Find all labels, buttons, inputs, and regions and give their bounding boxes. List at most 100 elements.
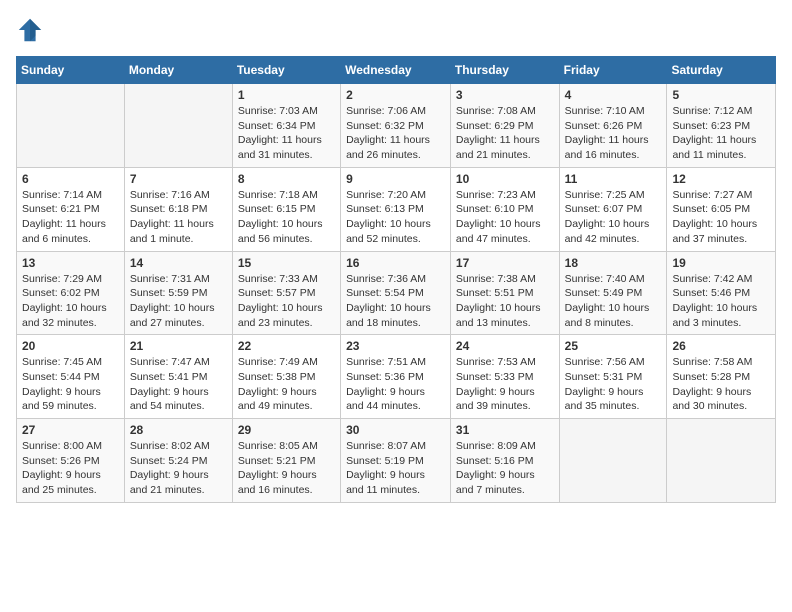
day-number: 4 (565, 88, 662, 102)
calendar-cell: 25Sunrise: 7:56 AMSunset: 5:31 PMDayligh… (559, 335, 667, 419)
day-number: 11 (565, 172, 662, 186)
day-number: 21 (130, 339, 227, 353)
calendar-cell: 4 Sunrise: 7:10 AMSunset: 6:26 PMDaylight… (559, 84, 667, 168)
calendar-cell: 28 Sunrise: 8:02 AMSunset: 5:24 PMDayligh… (124, 419, 232, 503)
day-detail: Sunrise: 7:51 AMSunset: 5:36 PMDaylight:… (346, 355, 445, 414)
day-number: 5 (672, 88, 770, 102)
day-of-week-row: SundayMondayTuesdayWednesdayThursdayFrid… (17, 57, 776, 84)
day-number: 20 (22, 339, 119, 353)
dow-header: Monday (124, 57, 232, 84)
day-detail: Sunrise: 7:45 AMSunset: 5:44 PMDaylight:… (22, 355, 119, 414)
day-detail: Sunrise: 7:08 AMSunset: 6:29 PMDaylight:… (456, 104, 554, 163)
day-detail: Sunrise: 7:58 AMSunset: 5:28 PMDaylight:… (672, 355, 770, 414)
calendar-cell: 2 Sunrise: 7:06 AMSunset: 6:32 PMDaylight… (341, 84, 451, 168)
day-number: 13 (22, 256, 119, 270)
day-number: 10 (456, 172, 554, 186)
day-detail: Sunrise: 8:02 AMSunset: 5:24 PMDaylight:… (130, 439, 227, 498)
calendar-cell: 26 Sunrise: 7:58 AMSunset: 5:28 PMDayligh… (667, 335, 776, 419)
calendar-cell: 29 Sunrise: 8:05 AMSunset: 5:21 PMDayligh… (232, 419, 340, 503)
day-detail: Sunrise: 7:36 AMSunset: 5:54 PMDaylight:… (346, 272, 445, 331)
calendar-cell: 19 Sunrise: 7:42 AMSunset: 5:46 PMDayligh… (667, 251, 776, 335)
day-detail: Sunrise: 7:31 AMSunset: 5:59 PMDaylight:… (130, 272, 227, 331)
day-number: 12 (672, 172, 770, 186)
calendar-cell: 23 Sunrise: 7:51 AMSunset: 5:36 PMDayligh… (341, 335, 451, 419)
calendar-cell: 31 Sunrise: 8:09 AMSunset: 5:16 PMDayligh… (450, 419, 559, 503)
dow-header: Saturday (667, 57, 776, 84)
calendar-cell: 15 Sunrise: 7:33 AMSunset: 5:57 PMDayligh… (232, 251, 340, 335)
day-detail: Sunrise: 7:47 AMSunset: 5:41 PMDaylight:… (130, 355, 227, 414)
day-detail: Sunrise: 7:20 AMSunset: 6:13 PMDaylight:… (346, 188, 445, 247)
day-number: 7 (130, 172, 227, 186)
logo (16, 16, 48, 44)
calendar-cell: 30 Sunrise: 8:07 AMSunset: 5:19 PMDayligh… (341, 419, 451, 503)
dow-header: Tuesday (232, 57, 340, 84)
day-number: 16 (346, 256, 445, 270)
day-detail: Sunrise: 7:14 AMSunset: 6:21 PMDaylight:… (22, 188, 119, 247)
calendar-cell (17, 84, 125, 168)
calendar-cell: 12 Sunrise: 7:27 AMSunset: 6:05 PMDayligh… (667, 167, 776, 251)
calendar-week-row: 1Sunrise: 7:03 AMSunset: 6:34 PMDaylight… (17, 84, 776, 168)
calendar-cell (124, 84, 232, 168)
day-detail: Sunrise: 7:25 AMSunset: 6:07 PMDaylight:… (565, 188, 662, 247)
calendar-cell: 22 Sunrise: 7:49 AMSunset: 5:38 PMDayligh… (232, 335, 340, 419)
calendar-cell: 9Sunrise: 7:20 AMSunset: 6:13 PMDaylight… (341, 167, 451, 251)
calendar-cell: 16 Sunrise: 7:36 AMSunset: 5:54 PMDayligh… (341, 251, 451, 335)
calendar-table: SundayMondayTuesdayWednesdayThursdayFrid… (16, 56, 776, 503)
dow-header: Sunday (17, 57, 125, 84)
day-number: 30 (346, 423, 445, 437)
calendar-cell: 8Sunrise: 7:18 AMSunset: 6:15 PMDaylight… (232, 167, 340, 251)
day-detail: Sunrise: 7:56 AMSunset: 5:31 PMDaylight:… (565, 355, 662, 414)
day-detail: Sunrise: 7:49 AMSunset: 5:38 PMDaylight:… (238, 355, 335, 414)
day-number: 27 (22, 423, 119, 437)
day-number: 18 (565, 256, 662, 270)
day-detail: Sunrise: 7:27 AMSunset: 6:05 PMDaylight:… (672, 188, 770, 247)
day-number: 14 (130, 256, 227, 270)
dow-header: Friday (559, 57, 667, 84)
calendar-cell: 1Sunrise: 7:03 AMSunset: 6:34 PMDaylight… (232, 84, 340, 168)
day-detail: Sunrise: 8:05 AMSunset: 5:21 PMDaylight:… (238, 439, 335, 498)
calendar-week-row: 6 Sunrise: 7:14 AMSunset: 6:21 PMDaylight… (17, 167, 776, 251)
calendar-cell: 10 Sunrise: 7:23 AMSunset: 6:10 PMDayligh… (450, 167, 559, 251)
day-detail: Sunrise: 7:33 AMSunset: 5:57 PMDaylight:… (238, 272, 335, 331)
day-number: 17 (456, 256, 554, 270)
day-number: 29 (238, 423, 335, 437)
calendar-week-row: 27 Sunrise: 8:00 AMSunset: 5:26 PMDayligh… (17, 419, 776, 503)
calendar-cell: 6 Sunrise: 7:14 AMSunset: 6:21 PMDaylight… (17, 167, 125, 251)
day-number: 15 (238, 256, 335, 270)
calendar-cell: 24Sunrise: 7:53 AMSunset: 5:33 PMDayligh… (450, 335, 559, 419)
day-number: 31 (456, 423, 554, 437)
day-detail: Sunrise: 7:10 AMSunset: 6:26 PMDaylight:… (565, 104, 662, 163)
day-number: 28 (130, 423, 227, 437)
calendar-cell (559, 419, 667, 503)
calendar-week-row: 13 Sunrise: 7:29 AMSunset: 6:02 PMDayligh… (17, 251, 776, 335)
calendar-cell: 11 Sunrise: 7:25 AMSunset: 6:07 PMDayligh… (559, 167, 667, 251)
calendar-cell: 20 Sunrise: 7:45 AMSunset: 5:44 PMDayligh… (17, 335, 125, 419)
day-detail: Sunrise: 7:23 AMSunset: 6:10 PMDaylight:… (456, 188, 554, 247)
day-detail: Sunrise: 7:06 AMSunset: 6:32 PMDaylight:… (346, 104, 445, 163)
calendar-week-row: 20 Sunrise: 7:45 AMSunset: 5:44 PMDayligh… (17, 335, 776, 419)
day-number: 26 (672, 339, 770, 353)
dow-header: Thursday (450, 57, 559, 84)
day-detail: Sunrise: 8:00 AMSunset: 5:26 PMDaylight:… (22, 439, 119, 498)
day-number: 2 (346, 88, 445, 102)
dow-header: Wednesday (341, 57, 451, 84)
day-number: 19 (672, 256, 770, 270)
day-detail: Sunrise: 7:40 AMSunset: 5:49 PMDaylight:… (565, 272, 662, 331)
day-detail: Sunrise: 8:07 AMSunset: 5:19 PMDaylight:… (346, 439, 445, 498)
calendar-cell: 17Sunrise: 7:38 AMSunset: 5:51 PMDayligh… (450, 251, 559, 335)
calendar-body: 1Sunrise: 7:03 AMSunset: 6:34 PMDaylight… (17, 84, 776, 503)
day-number: 22 (238, 339, 335, 353)
day-number: 23 (346, 339, 445, 353)
day-number: 1 (238, 88, 335, 102)
calendar-cell: 27 Sunrise: 8:00 AMSunset: 5:26 PMDayligh… (17, 419, 125, 503)
day-number: 6 (22, 172, 119, 186)
calendar-cell (667, 419, 776, 503)
calendar-cell: 18 Sunrise: 7:40 AMSunset: 5:49 PMDayligh… (559, 251, 667, 335)
day-detail: Sunrise: 8:09 AMSunset: 5:16 PMDaylight:… (456, 439, 554, 498)
day-detail: Sunrise: 7:42 AMSunset: 5:46 PMDaylight:… (672, 272, 770, 331)
day-detail: Sunrise: 7:29 AMSunset: 6:02 PMDaylight:… (22, 272, 119, 331)
day-number: 3 (456, 88, 554, 102)
calendar-cell: 3 Sunrise: 7:08 AMSunset: 6:29 PMDaylight… (450, 84, 559, 168)
logo-icon (16, 16, 44, 44)
day-detail: Sunrise: 7:16 AMSunset: 6:18 PMDaylight:… (130, 188, 227, 247)
